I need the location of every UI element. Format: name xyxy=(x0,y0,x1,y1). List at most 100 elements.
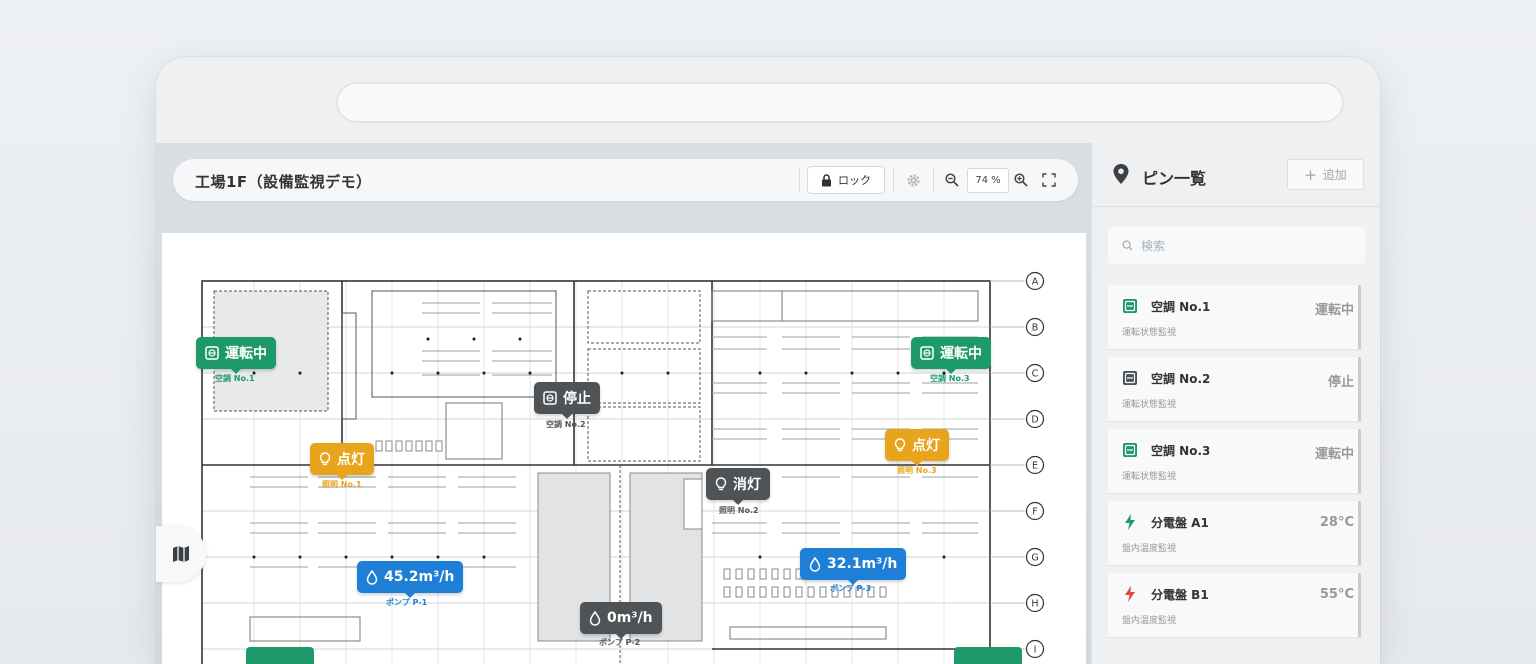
pin-value: 運転中 xyxy=(1314,447,1354,462)
zoom-unit: % xyxy=(991,175,1001,186)
pin-name: 分電盤 B1 xyxy=(1151,588,1209,602)
pin-subtitle: 盤内温度監視 xyxy=(1122,616,1177,626)
bolt-icon xyxy=(1122,586,1138,602)
floor-plan-canvas[interactable]: A B C D E F G H I 運転中 空調 No.1 停止 空調 No.2… xyxy=(162,233,1086,664)
row-label-b: B xyxy=(1032,323,1039,334)
pin-name: 空調 No.1 xyxy=(1151,300,1211,314)
marker-pump-p2[interactable]: 0m³/h xyxy=(580,602,662,639)
lock-label: ロック xyxy=(838,174,871,187)
row-label-f: F xyxy=(1032,507,1037,518)
marker-text: 点灯 xyxy=(912,438,940,454)
pin-subtitle: 盤内温度監視 xyxy=(1122,544,1177,554)
pin-value: 停止 xyxy=(1327,375,1354,390)
marker-text: 32.1m³/h xyxy=(827,556,898,572)
map-area: 工場1F（設備監視デモ） ロック 74 % A B C D E F G H I … xyxy=(156,143,1091,664)
marker-label: ポンプ P-2 xyxy=(599,638,641,647)
marker-pump-p1[interactable]: 45.2m³/h xyxy=(357,561,464,598)
lock-button[interactable]: ロック xyxy=(807,166,885,194)
ac-icon xyxy=(543,391,557,405)
pin-value: 運転中 xyxy=(1314,303,1354,318)
pin-subtitle: 運転状態監視 xyxy=(1122,472,1177,482)
marker-label: ポンプ P-3 xyxy=(830,584,872,593)
lightbulb-icon xyxy=(319,452,331,466)
row-label-c: C xyxy=(1032,369,1039,380)
pin-list-panel: ピン一覧 + 追加 検索 空調 No.1 運転状態監視 運転中 空調 No.2 … xyxy=(1091,143,1380,664)
marker-label: 空調 No.3 xyxy=(930,374,970,383)
pin-item-ac-no3[interactable]: 空調 No.3 運転状態監視 運転中 xyxy=(1108,429,1361,493)
ac-icon xyxy=(1122,370,1138,386)
address-bar[interactable] xyxy=(336,82,1344,123)
search-placeholder: 検索 xyxy=(1141,239,1166,253)
settings-button[interactable] xyxy=(903,170,923,190)
pin-item-ac-no2[interactable]: 空調 No.2 運転状態監視 停止 xyxy=(1108,357,1361,421)
toolbar-divider xyxy=(933,167,934,193)
zoom-out-button[interactable] xyxy=(942,170,962,190)
marker-label: 空調 No.2 xyxy=(546,420,586,429)
map-title: 工場1F（設備監視デモ） xyxy=(195,173,372,191)
fullscreen-icon xyxy=(1042,173,1056,187)
ac-icon xyxy=(1122,298,1138,314)
ac-icon xyxy=(1122,442,1138,458)
marker-label: ポンプ P-1 xyxy=(386,598,428,607)
marker-pump-p3[interactable]: 32.1m³/h xyxy=(800,548,907,585)
marker-light-no2[interactable]: 消灯 xyxy=(706,468,770,505)
pin-name: 空調 No.2 xyxy=(1151,372,1211,386)
map-toolbar: 工場1F（設備監視デモ） ロック 74 % xyxy=(173,159,1078,201)
marker-text: 運転中 xyxy=(225,346,267,362)
pin-name: 分電盤 A1 xyxy=(1151,516,1209,530)
row-label-e: E xyxy=(1032,461,1038,472)
marker-ac-no2[interactable]: 停止 xyxy=(534,382,600,419)
lock-icon xyxy=(822,173,831,186)
add-pin-button[interactable]: + 追加 xyxy=(1287,159,1364,190)
add-label: 追加 xyxy=(1322,168,1347,182)
plus-icon: + xyxy=(1304,165,1317,184)
marker-light-no1[interactable]: 点灯 xyxy=(310,443,374,480)
ac-icon xyxy=(205,346,219,360)
row-label-h: H xyxy=(1031,599,1038,610)
lightbulb-icon xyxy=(894,438,906,452)
pin-item-ac-no1[interactable]: 空調 No.1 運転状態監視 運転中 xyxy=(1108,285,1361,349)
map-icon xyxy=(173,546,189,562)
partial-marker[interactable] xyxy=(246,647,314,664)
zoom-level-input[interactable]: 74 % xyxy=(967,168,1009,193)
pin-name: 空調 No.3 xyxy=(1151,444,1211,458)
row-label-a: A xyxy=(1032,277,1039,288)
row-label-d: D xyxy=(1031,415,1038,426)
pin-list-header: ピン一覧 + 追加 xyxy=(1092,143,1380,207)
fullscreen-button[interactable] xyxy=(1039,170,1059,190)
water-drop-icon xyxy=(589,610,601,626)
row-label-g: G xyxy=(1031,553,1038,564)
water-drop-icon xyxy=(809,556,821,572)
zoom-value: 74 xyxy=(975,175,989,186)
zoom-out-icon xyxy=(945,173,959,187)
map-pin-icon xyxy=(1113,164,1129,184)
marker-ac-no3[interactable]: 運転中 xyxy=(911,337,991,374)
toolbar-divider xyxy=(893,167,894,193)
pin-subtitle: 運転状態監視 xyxy=(1122,328,1177,338)
pin-list-title: ピン一覧 xyxy=(1142,169,1207,188)
pin-item-panel-b1[interactable]: 分電盤 B1 盤内温度監視 55°C xyxy=(1108,573,1361,637)
pin-value: 28°C xyxy=(1319,515,1354,530)
app-content: 工場1F（設備監視デモ） ロック 74 % A B C D E F G H I … xyxy=(156,143,1380,664)
ac-icon xyxy=(920,346,934,360)
partial-marker[interactable] xyxy=(954,647,1022,664)
browser-frame: 工場1F（設備監視デモ） ロック 74 % A B C D E F G H I … xyxy=(156,57,1380,664)
toolbar-divider xyxy=(799,167,800,193)
zoom-in-button[interactable] xyxy=(1011,170,1031,190)
marker-text: 0m³/h xyxy=(607,610,653,626)
pin-list: 空調 No.1 運転状態監視 運転中 空調 No.2 運転状態監視 停止 空調 … xyxy=(1108,285,1365,664)
marker-label: 照明 No.3 xyxy=(897,466,937,475)
marker-light-no3[interactable]: 点灯 xyxy=(885,429,949,466)
pin-search-input[interactable]: 検索 xyxy=(1108,227,1365,264)
lightbulb-icon xyxy=(715,477,727,491)
pin-item-panel-a1[interactable]: 分電盤 A1 盤内温度監視 28°C xyxy=(1108,501,1361,565)
water-drop-icon xyxy=(366,569,378,585)
pin-value: 55°C xyxy=(1319,587,1354,602)
search-icon xyxy=(1122,240,1133,251)
marker-label: 照明 No.2 xyxy=(719,506,759,515)
zoom-in-icon xyxy=(1014,173,1028,187)
marker-label: 照明 No.1 xyxy=(322,480,362,489)
marker-ac-no1[interactable]: 運転中 xyxy=(196,337,276,374)
marker-text: 運転中 xyxy=(940,346,982,362)
marker-text: 停止 xyxy=(563,391,591,407)
